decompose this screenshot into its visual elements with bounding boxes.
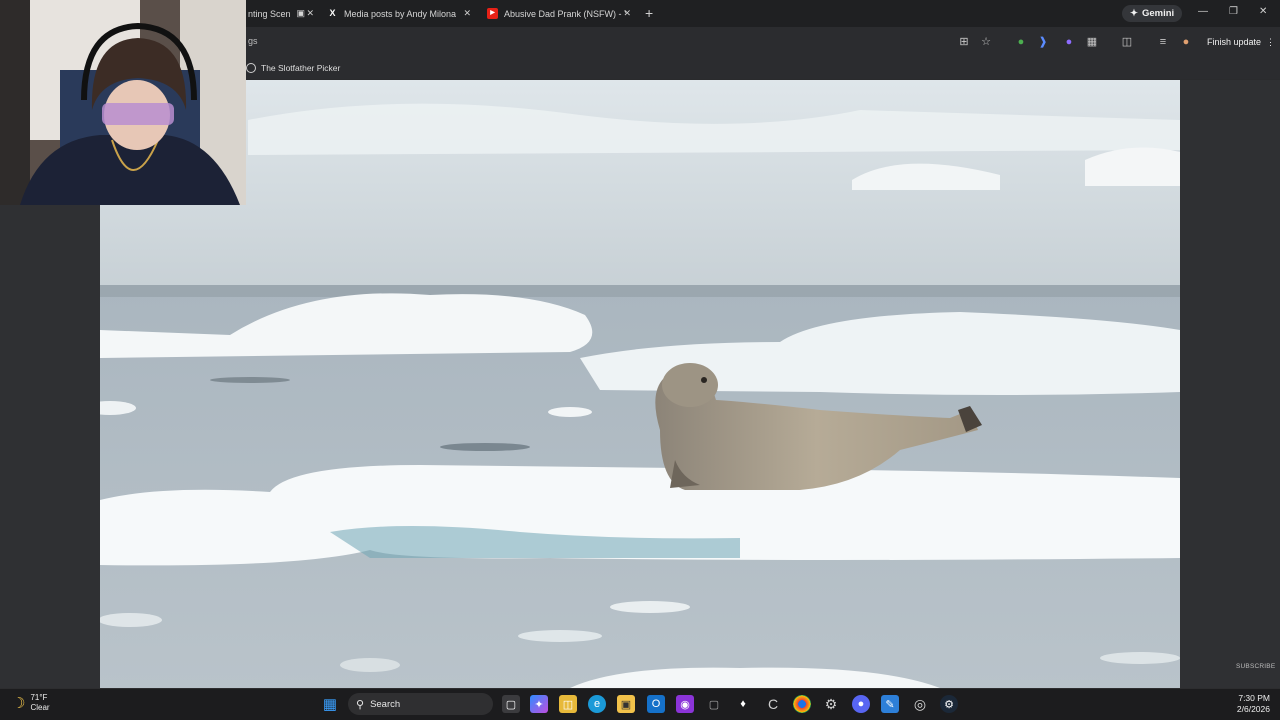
tab-2-title: Media posts by Andy Milonakis xyxy=(344,8,456,19)
tab-3[interactable]: ▶ Abusive Dad Prank (NSFW) - Yo ✕ xyxy=(487,0,637,27)
seal-head xyxy=(662,363,718,407)
side-panel-icon[interactable]: ◫ xyxy=(1120,35,1134,49)
steam-icon[interactable]: ⚙ xyxy=(940,695,958,713)
weather-text: 71°F Clear xyxy=(30,693,49,713)
floating-ice xyxy=(340,658,400,672)
close-icon[interactable]: ✕ xyxy=(463,8,471,19)
webcam-overlay xyxy=(0,0,246,205)
video-frame xyxy=(100,80,1180,688)
paint-icon[interactable]: ✎ xyxy=(881,695,899,713)
window-close-icon[interactable]: ✕ xyxy=(1259,6,1267,17)
floating-ice xyxy=(518,630,602,642)
tab-3-title: Abusive Dad Prank (NSFW) - Yo xyxy=(504,8,626,19)
kebab-menu-icon[interactable]: ⋮ xyxy=(1266,37,1275,48)
tab-2[interactable]: X Media posts by Andy Milonakis ✕ xyxy=(327,0,477,27)
photo-app-icon[interactable]: ◉ xyxy=(676,695,694,713)
small-ice xyxy=(548,407,592,417)
clock-date: 2/6/2026 xyxy=(1236,704,1270,714)
store-icon[interactable]: ▣ xyxy=(617,695,635,713)
purple-extension-icon[interactable]: ● xyxy=(1062,35,1076,49)
capcut-icon[interactable]: ♦ xyxy=(734,695,752,713)
floating-ice xyxy=(1100,652,1180,664)
tab-1-media-icon[interactable]: ▣ xyxy=(297,8,306,19)
discord-icon[interactable]: ● xyxy=(852,695,870,713)
profile-avatar-icon[interactable]: ● xyxy=(1179,35,1193,49)
search-icon: ⚲ xyxy=(356,698,365,711)
close-icon[interactable]: ✕ xyxy=(306,8,314,19)
seal-eye xyxy=(701,377,707,383)
gemini-label: Gemini xyxy=(1141,8,1175,19)
audio-extension-icon[interactable]: ❱ xyxy=(1036,35,1050,49)
tab-1-title: nting Scen xyxy=(248,8,291,19)
video-player[interactable] xyxy=(100,80,1180,688)
subscribe-watermark[interactable]: SUBSCRIBE xyxy=(1236,663,1275,670)
moon-icon: ☽ xyxy=(12,695,26,712)
globe-icon xyxy=(246,63,256,73)
far-ice xyxy=(100,80,1180,295)
x-logo-icon: X xyxy=(329,8,336,18)
outlook-icon[interactable]: O xyxy=(647,695,665,713)
close-icon[interactable]: ✕ xyxy=(623,8,631,19)
taskbar-search[interactable]: ⚲ Search xyxy=(348,693,493,715)
tab-1[interactable]: nting Scen ▣ ✕ xyxy=(248,0,320,27)
dark-ripple xyxy=(210,377,290,383)
obs-icon[interactable]: ◎ xyxy=(911,695,929,713)
floating-ice xyxy=(610,601,690,613)
restore-icon[interactable]: ❐ xyxy=(1229,6,1238,17)
address-bar[interactable]: gs xyxy=(248,36,258,46)
extensions-puzzle-icon[interactable]: ▦ xyxy=(1085,35,1099,49)
glasses xyxy=(102,103,174,125)
bookmark-star-icon[interactable]: ☆ xyxy=(979,35,993,49)
install-app-icon[interactable]: ⊞ xyxy=(957,35,971,49)
minimize-icon[interactable]: — xyxy=(1198,6,1208,17)
taskbar xyxy=(0,688,1280,720)
clock-time: 7:30 PM xyxy=(1238,693,1270,703)
bookmark-label: The Slotfather Picker xyxy=(261,63,341,73)
door-frame xyxy=(0,0,30,205)
sparkle-icon: ✦ xyxy=(1130,8,1138,19)
reading-list-icon[interactable]: ≡ xyxy=(1156,35,1170,49)
horizon-line xyxy=(100,285,1180,297)
bookmark-slotfather-picker[interactable]: The Slotfather Picker xyxy=(246,61,340,75)
gemini-button[interactable]: ✦ Gemini xyxy=(1122,5,1183,22)
weather-widget[interactable]: ☽ 71°F Clear xyxy=(12,693,50,713)
weather-condition: Clear xyxy=(30,703,50,712)
webcam-feed xyxy=(0,0,246,205)
ccleaner-icon[interactable]: C xyxy=(764,695,782,713)
floating-ice xyxy=(100,613,162,627)
extension-green-icon[interactable]: ● xyxy=(1014,35,1028,49)
edge-icon[interactable]: e xyxy=(588,695,606,713)
copilot-icon[interactable]: ✦ xyxy=(530,695,548,713)
new-tab-button[interactable]: + xyxy=(645,5,653,21)
youtube-icon: ▶ xyxy=(487,8,498,19)
settings-gear-icon[interactable]: ⚙ xyxy=(822,695,840,713)
weather-temp: 71°F xyxy=(30,693,48,702)
chrome-icon[interactable] xyxy=(793,695,811,713)
windows-start-icon[interactable]: ▦ xyxy=(321,695,339,713)
file-explorer-icon[interactable]: ◫ xyxy=(559,695,577,713)
finish-update-button[interactable]: Finish update ⋮ xyxy=(1203,34,1279,50)
dark-ripple xyxy=(440,443,530,451)
finish-update-label: Finish update xyxy=(1207,37,1262,47)
task-view-icon[interactable]: ▢ xyxy=(502,695,520,713)
xbox-icon[interactable]: ▢ xyxy=(705,695,723,713)
system-clock[interactable]: 7:30 PM 2/6/2026 xyxy=(1237,693,1270,715)
search-label: Search xyxy=(370,698,401,710)
